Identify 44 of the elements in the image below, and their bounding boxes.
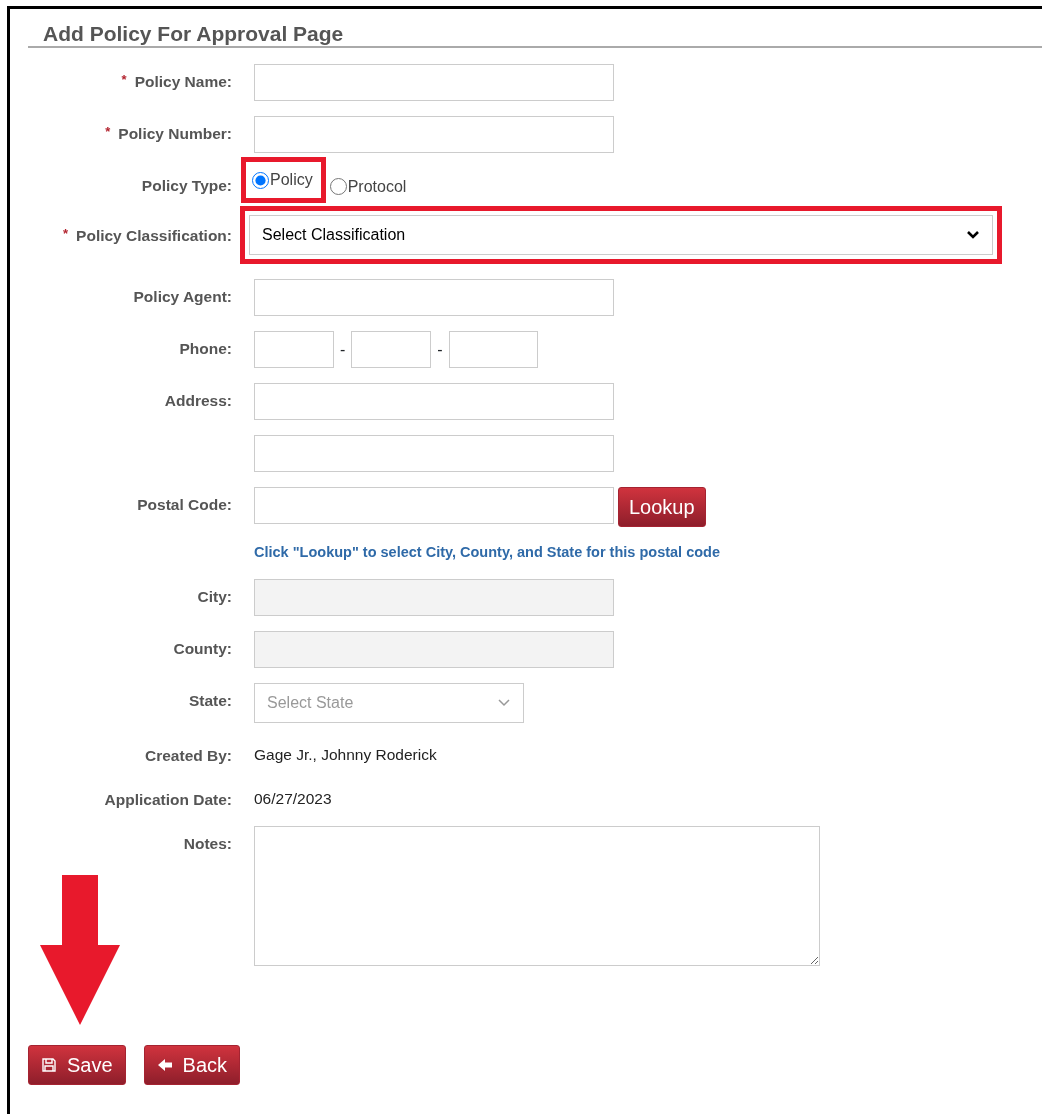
field-label: City: — [197, 587, 232, 605]
field-label: State: — [188, 691, 232, 709]
save-button[interactable]: Save — [28, 1045, 126, 1086]
radio-button[interactable] — [329, 178, 347, 196]
arrow-left-icon — [156, 1057, 173, 1074]
back-button[interactable]: Back — [143, 1045, 241, 1086]
page-title: Add Policy For Approval Page — [43, 21, 345, 47]
field-label: Notes: — [183, 835, 232, 853]
field-value: 06/27/2023 — [254, 789, 333, 810]
text-field[interactable] — [254, 64, 614, 102]
dropdown[interactable]: Select Classification — [249, 215, 993, 256]
text-field[interactable] — [254, 116, 614, 154]
field-label: Policy Number: — [118, 125, 232, 143]
lookup-button[interactable]: Lookup — [618, 487, 706, 528]
notes-field[interactable] — [254, 826, 820, 967]
separator-text: - — [340, 339, 346, 360]
field-label: County: — [173, 639, 232, 657]
required-mark: * — [121, 72, 127, 88]
field-label: Phone: — [179, 340, 232, 358]
field-label: Address: — [164, 392, 232, 410]
hint-text: Click "Lookup" to select City, County, and State for this postal code — [254, 543, 721, 563]
field-label: Policy Type: — [141, 177, 232, 195]
field-label: Policy Name: — [134, 73, 232, 91]
field-value: Gage Jr., Johnny Roderick — [254, 744, 438, 765]
text-field[interactable] — [254, 435, 614, 473]
separator-text: - — [437, 339, 443, 360]
field-label: Application Date: — [104, 791, 232, 809]
text-field[interactable] — [254, 383, 614, 421]
chevron-icon — [497, 697, 511, 708]
phone-field[interactable] — [254, 331, 334, 369]
field-label: Policy Agent: — [133, 288, 232, 306]
chevron-icon — [966, 230, 980, 241]
field-label: Created By: — [145, 746, 232, 764]
phone-field[interactable] — [351, 331, 432, 369]
radio-label[interactable]: Policy — [270, 168, 313, 193]
radio-label[interactable]: Protocol — [347, 174, 407, 199]
radio-button[interactable] — [252, 171, 269, 189]
field-label: Policy Classification: — [76, 227, 232, 245]
required-mark: * — [105, 124, 111, 140]
phone-field[interactable] — [448, 331, 538, 369]
text-field[interactable] — [254, 279, 614, 317]
required-mark: * — [63, 226, 69, 242]
postal-code-field[interactable] — [254, 487, 614, 525]
field-label: Postal Code: — [137, 496, 232, 514]
